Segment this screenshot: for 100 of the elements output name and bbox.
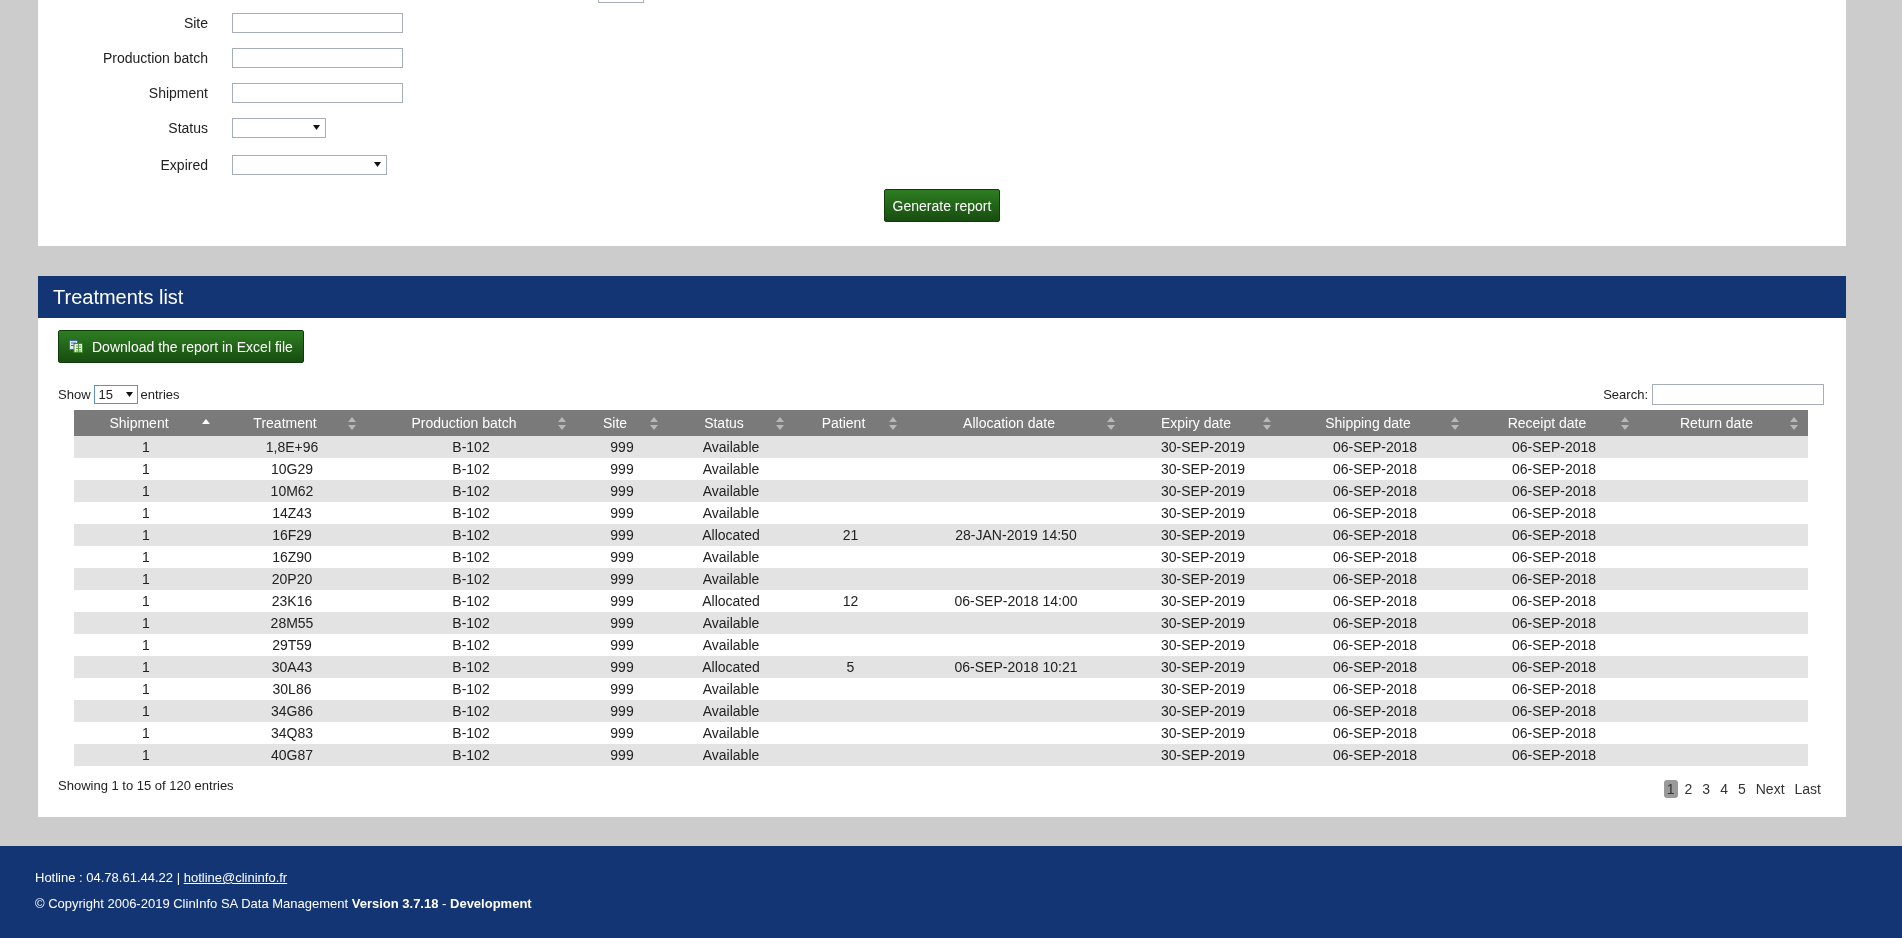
table-cell: 30-SEP-2019 (1125, 700, 1281, 722)
table-cell: B-102 (366, 436, 576, 458)
entries-label: entries (140, 386, 180, 402)
dropdown-arrow-icon (125, 391, 133, 397)
table-cell: 06-SEP-2018 (1281, 524, 1469, 546)
column-header[interactable]: Site (576, 410, 668, 436)
table-cell: 1 (74, 612, 218, 634)
column-header[interactable]: Receipt date (1469, 410, 1639, 436)
column-header[interactable]: Shipping date (1281, 410, 1469, 436)
select-field[interactable] (232, 117, 326, 138)
table-cell: 999 (576, 722, 668, 744)
table-cell: 1,8E+96 (218, 436, 366, 458)
dropdown-arrow-icon (374, 162, 381, 167)
table-cell: 30-SEP-2019 (1125, 568, 1281, 590)
column-header[interactable]: Production batch (366, 410, 576, 436)
spreadsheet-icon (69, 340, 83, 353)
table-cell: Available (668, 480, 794, 502)
table-cell: 06-SEP-2018 (1469, 436, 1639, 458)
next-link[interactable]: Next (1752, 780, 1788, 798)
table-cell: 06-SEP-2018 (1469, 546, 1639, 568)
table-cell: 06-SEP-2018 (1281, 568, 1469, 590)
table-cell: 06-SEP-2018 (1281, 656, 1469, 678)
table-cell: Available (668, 502, 794, 524)
table-cell: B-102 (366, 612, 576, 634)
page-link[interactable]: 1 (1663, 780, 1678, 798)
column-header[interactable]: Expiry date (1125, 410, 1281, 436)
table-cell: 34Q83 (218, 722, 366, 744)
column-header[interactable]: Patient (794, 410, 907, 436)
table-cell: 30-SEP-2019 (1125, 502, 1281, 524)
table-cell: 1 (74, 678, 218, 700)
table-cell: 28M55 (218, 612, 366, 634)
table-cell: 30-SEP-2019 (1125, 436, 1281, 458)
last-link[interactable]: Last (1791, 780, 1824, 798)
table-cell: 30-SEP-2019 (1125, 634, 1281, 656)
table-cell: B-102 (366, 480, 576, 502)
table-cell: 06-SEP-2018 (1469, 502, 1639, 524)
table-cell: 1 (74, 546, 218, 568)
table-cell: 1 (74, 568, 218, 590)
column-header[interactable]: Status (668, 410, 794, 436)
table-cell: 06-SEP-2018 (1469, 678, 1639, 700)
entries-select[interactable]: 15 (93, 384, 138, 404)
table-cell: 999 (576, 744, 668, 766)
input-field[interactable] (232, 12, 403, 33)
page-link[interactable]: 3 (1699, 780, 1714, 798)
page-link[interactable]: 2 (1681, 780, 1696, 798)
search-field[interactable] (1652, 383, 1824, 405)
table-cell: B-102 (366, 458, 576, 480)
input-field[interactable] (232, 47, 403, 68)
table-cell: 30-SEP-2019 (1125, 590, 1281, 612)
table-cell: 1 (74, 656, 218, 678)
table-cell: B-102 (366, 568, 576, 590)
table-cell: 29T59 (218, 634, 366, 656)
copyright-text: © Copyright 2006-2019 ClinInfo SA Data Management Version 3.7.18 - Development (35, 896, 532, 911)
table-cell: 16F29 (218, 524, 366, 546)
email-link[interactable]: hotline@clininfo.fr (183, 870, 288, 885)
table-cell: 14Z43 (218, 502, 366, 524)
table-cell: Available (668, 634, 794, 656)
table-cell: 06-SEP-2018 10:21 (907, 656, 1125, 678)
column-header[interactable]: Return date (1639, 410, 1808, 436)
column-header[interactable]: Treatment (218, 410, 366, 436)
table-cell: 30-SEP-2019 (1125, 656, 1281, 678)
table-cell: 10M62 (218, 480, 366, 502)
select-field[interactable] (232, 154, 387, 175)
table-cell: Allocated (668, 590, 794, 612)
table-cell: B-102 (366, 634, 576, 656)
table-cell: 10G29 (218, 458, 366, 480)
table-cell: Available (668, 458, 794, 480)
table-cell: 28-JAN-2019 14:50 (907, 524, 1125, 546)
table-cell: 06-SEP-2018 (1469, 480, 1639, 502)
input-field[interactable] (598, 0, 644, 3)
table-cell: Allocated (668, 524, 794, 546)
table-cell: B-102 (366, 722, 576, 744)
dropdown-arrow-icon (313, 125, 320, 130)
table-cell: Available (668, 744, 794, 766)
page-link[interactable]: 5 (1734, 780, 1749, 798)
table-cell: 1 (74, 634, 218, 656)
table-cell: 06-SEP-2018 (1281, 480, 1469, 502)
column-header[interactable]: Allocation date (907, 410, 1125, 436)
search-label: Search: (1603, 386, 1648, 402)
table-cell: 06-SEP-2018 (1469, 612, 1639, 634)
table-cell: B-102 (366, 656, 576, 678)
table-cell: 999 (576, 678, 668, 700)
table-cell: 999 (576, 436, 668, 458)
table-cell: 1 (74, 722, 218, 744)
show-label: Show (58, 386, 91, 402)
table-cell: 30-SEP-2019 (1125, 546, 1281, 568)
table-cell: 16Z90 (218, 546, 366, 568)
table-cell: 06-SEP-2018 (1281, 744, 1469, 766)
table-cell: 1 (74, 480, 218, 502)
download-excel-button[interactable]: Download the report in Excel file (58, 330, 304, 363)
table-cell: 30-SEP-2019 (1125, 678, 1281, 700)
table-cell: 30-SEP-2019 (1125, 524, 1281, 546)
field-label: Production batch (101, 49, 208, 66)
column-header[interactable]: Shipment (74, 410, 218, 436)
page-link[interactable]: 4 (1717, 780, 1731, 798)
generate-report-button[interactable]: Generate report (883, 189, 1001, 222)
table-cell: 1 (74, 744, 218, 766)
input-field[interactable] (232, 82, 403, 103)
table-cell: 06-SEP-2018 14:00 (907, 590, 1125, 612)
table-cell: B-102 (366, 744, 576, 766)
